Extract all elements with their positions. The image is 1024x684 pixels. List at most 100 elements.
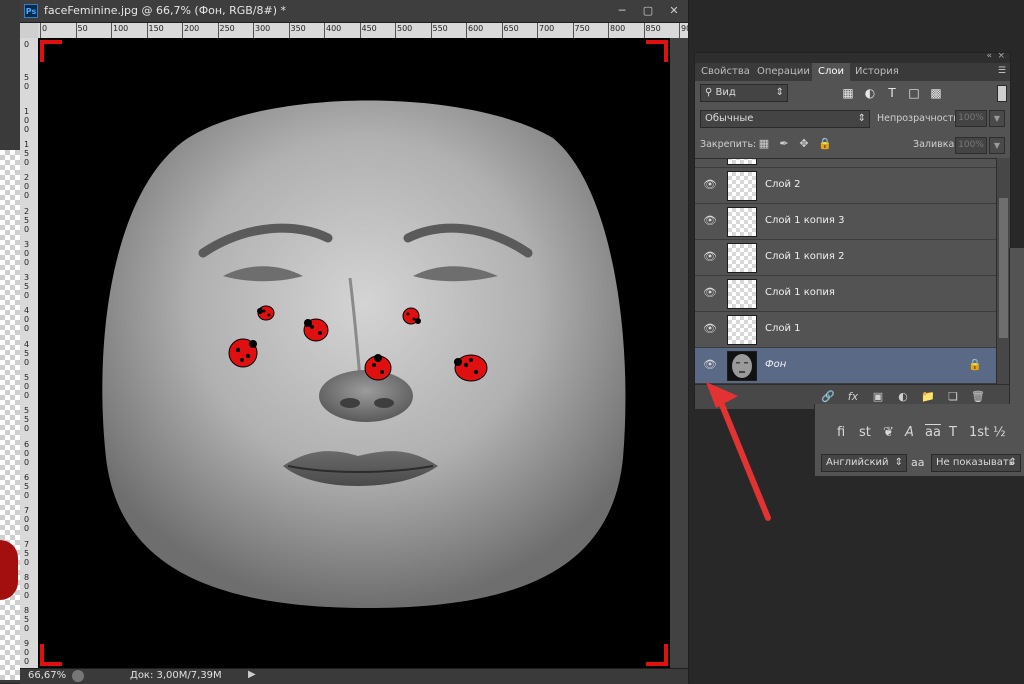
blend-mode-value: Обычные: [705, 113, 754, 124]
crop-handle-top-left[interactable]: [40, 40, 64, 64]
fractions-icon[interactable]: ½: [993, 425, 1006, 440]
ruler-origin[interactable]: [20, 23, 38, 38]
ruler-label: 400: [326, 24, 342, 33]
lock-image-pixels-icon[interactable]: ✒: [778, 137, 790, 151]
new-group-icon[interactable]: 📁: [920, 390, 936, 404]
close-icon[interactable]: ✕: [662, 2, 686, 20]
scrollbar-thumb[interactable]: [999, 198, 1008, 338]
fx-icon[interactable]: fx: [845, 390, 861, 404]
layer-filter-dropdown[interactable]: ⚲ Вид ⇕: [700, 84, 788, 102]
panel-menu-icon[interactable]: ☰: [998, 66, 1006, 76]
ruler-tick: [324, 23, 325, 38]
ruler-tick: [182, 23, 183, 38]
layer-lock-icon[interactable]: 🔒: [968, 358, 982, 371]
antialias-dropdown[interactable]: Не показывать ⇕: [931, 454, 1021, 472]
crop-handle-bottom-right[interactable]: [644, 642, 668, 666]
antialias-value: Не показывать: [936, 457, 1015, 468]
ruler-label: 8 5 0: [24, 606, 30, 634]
layer-thumbnail: [727, 207, 757, 237]
chevron-updown-icon: ⇕: [1008, 457, 1017, 468]
tab-actions[interactable]: Операции: [751, 63, 816, 81]
ruler-label: 700: [539, 24, 555, 33]
eye-icon[interactable]: 👁: [702, 178, 718, 192]
filter-pixel-icon[interactable]: ▦: [841, 86, 855, 100]
close-panel-icon[interactable]: ×: [997, 51, 1005, 61]
collapse-panel-icon[interactable]: «: [986, 51, 992, 61]
crop-handle-bottom-left[interactable]: [40, 642, 64, 666]
ruler-label: 5 5 0: [24, 406, 30, 434]
link-layers-icon[interactable]: 🔗: [820, 390, 836, 404]
document-title: faceFeminine.jpg @ 66,7% (Фон, RGB/8#) *: [44, 4, 287, 17]
status-menu-arrow-icon[interactable]: ▶: [248, 669, 256, 680]
eye-icon[interactable]: 👁: [702, 250, 718, 264]
ruler-label: 200: [184, 24, 200, 33]
swash-icon[interactable]: A: [905, 425, 914, 440]
canvas-vertical-scrollbar[interactable]: [670, 38, 688, 668]
minimize-icon[interactable]: ─: [610, 2, 634, 20]
new-layer-icon[interactable]: ❏: [945, 390, 961, 404]
filter-type-icon[interactable]: T: [885, 86, 899, 100]
ruler-tick: [643, 23, 645, 38]
old-style-icon[interactable]: st: [859, 425, 871, 440]
blend-row: Обычные ⇕ Непрозрачность: 100% ▼: [695, 107, 1010, 129]
vertical-ruler[interactable]: 0 5 0 1 0 0 1 5 0 2 0 0 2 5 0 3 0 0 3 5 0 4 0 0 4…: [20, 38, 39, 668]
layer-row-partial[interactable]: [695, 159, 996, 168]
ruler-label: 150: [148, 24, 164, 33]
fill-chevron-down-icon[interactable]: ▼: [989, 137, 1005, 154]
add-mask-icon[interactable]: ▣: [870, 390, 886, 404]
fill-input[interactable]: 100%: [955, 137, 987, 154]
ruler-label: 2 0 0: [24, 173, 30, 201]
eye-icon[interactable]: 👁: [702, 322, 718, 336]
fill-label: Заливка:: [913, 139, 958, 150]
language-dropdown[interactable]: Английский ⇕: [821, 454, 907, 472]
document-title-bar[interactable]: Ps faceFeminine.jpg @ 66,7% (Фон, RGB/8#…: [20, 0, 688, 23]
ruler-tick: [288, 23, 290, 38]
status-info-icon[interactable]: [72, 670, 84, 682]
layer-thumbnail: [727, 159, 757, 165]
layer-name: Слой 2: [765, 179, 801, 190]
trash-icon[interactable]: 🗑: [970, 390, 986, 404]
chevron-updown-icon: ⇕: [775, 87, 784, 98]
opacity-input[interactable]: 100%: [955, 110, 987, 127]
layer-name: Слой 1: [765, 323, 801, 334]
ligature-fi-icon[interactable]: fi: [837, 425, 845, 440]
layer-name: Слой 1 копия 3: [765, 215, 845, 226]
eye-icon[interactable]: 👁: [702, 214, 718, 228]
filter-shape-icon[interactable]: □: [907, 86, 921, 100]
tab-properties[interactable]: Свойства: [695, 63, 756, 81]
layer-row[interactable]: 👁 Слой 1: [695, 312, 996, 348]
filter-smart-object-icon[interactable]: ▩: [929, 86, 943, 100]
lock-all-icon[interactable]: 🔒: [818, 137, 832, 151]
lock-transparent-pixels-icon[interactable]: ▦: [758, 137, 770, 151]
horizontal-ruler[interactable]: 0 50 100 150 200 250 300 350 400 450 500 550 600 650 7…: [38, 23, 688, 39]
ruler-label: 550: [432, 24, 448, 33]
document-canvas[interactable]: [38, 38, 670, 668]
layers-scrollbar[interactable]: [996, 158, 1010, 384]
ruler-label: 6 5 0: [24, 472, 30, 500]
adjustment-layer-icon[interactable]: ◐: [895, 390, 911, 404]
layer-row[interactable]: 👁 Слой 1 копия: [695, 276, 996, 312]
eye-icon[interactable]: 👁: [702, 286, 718, 300]
maximize-icon[interactable]: ▢: [636, 2, 660, 20]
opacity-chevron-down-icon[interactable]: ▼: [989, 110, 1005, 127]
zoom-level[interactable]: 66,67%: [28, 670, 66, 681]
ornaments-icon[interactable]: ❦: [883, 425, 894, 440]
blend-mode-dropdown[interactable]: Обычные ⇕: [700, 110, 870, 128]
filter-toggle-switch[interactable]: [997, 85, 1007, 102]
titling-alternates-icon[interactable]: T: [949, 425, 957, 440]
tab-history[interactable]: История: [849, 63, 905, 81]
layer-row[interactable]: 👁 Слой 2: [695, 168, 996, 204]
tab-layers[interactable]: Слои: [812, 63, 850, 81]
ordinals-icon[interactable]: 1st: [969, 425, 989, 440]
lock-position-icon[interactable]: ✥: [798, 137, 810, 151]
layer-thumbnail: [727, 279, 757, 309]
crop-handle-top-right[interactable]: [644, 40, 668, 64]
layer-row[interactable]: 👁 Слой 1 копия 2: [695, 240, 996, 276]
layer-name: Слой 1 копия 2: [765, 251, 845, 262]
ruler-tick: [608, 23, 609, 38]
stylistic-alternates-icon[interactable]: aa: [925, 425, 941, 440]
layers-panel: « × Свойства Операции Слои История ☰ ⚲ В…: [694, 51, 1011, 409]
filter-adjustment-icon[interactable]: ◐: [863, 86, 877, 100]
layer-row[interactable]: 👁 Слой 1 копия 3: [695, 204, 996, 240]
chevron-updown-icon: ⇕: [894, 457, 903, 468]
